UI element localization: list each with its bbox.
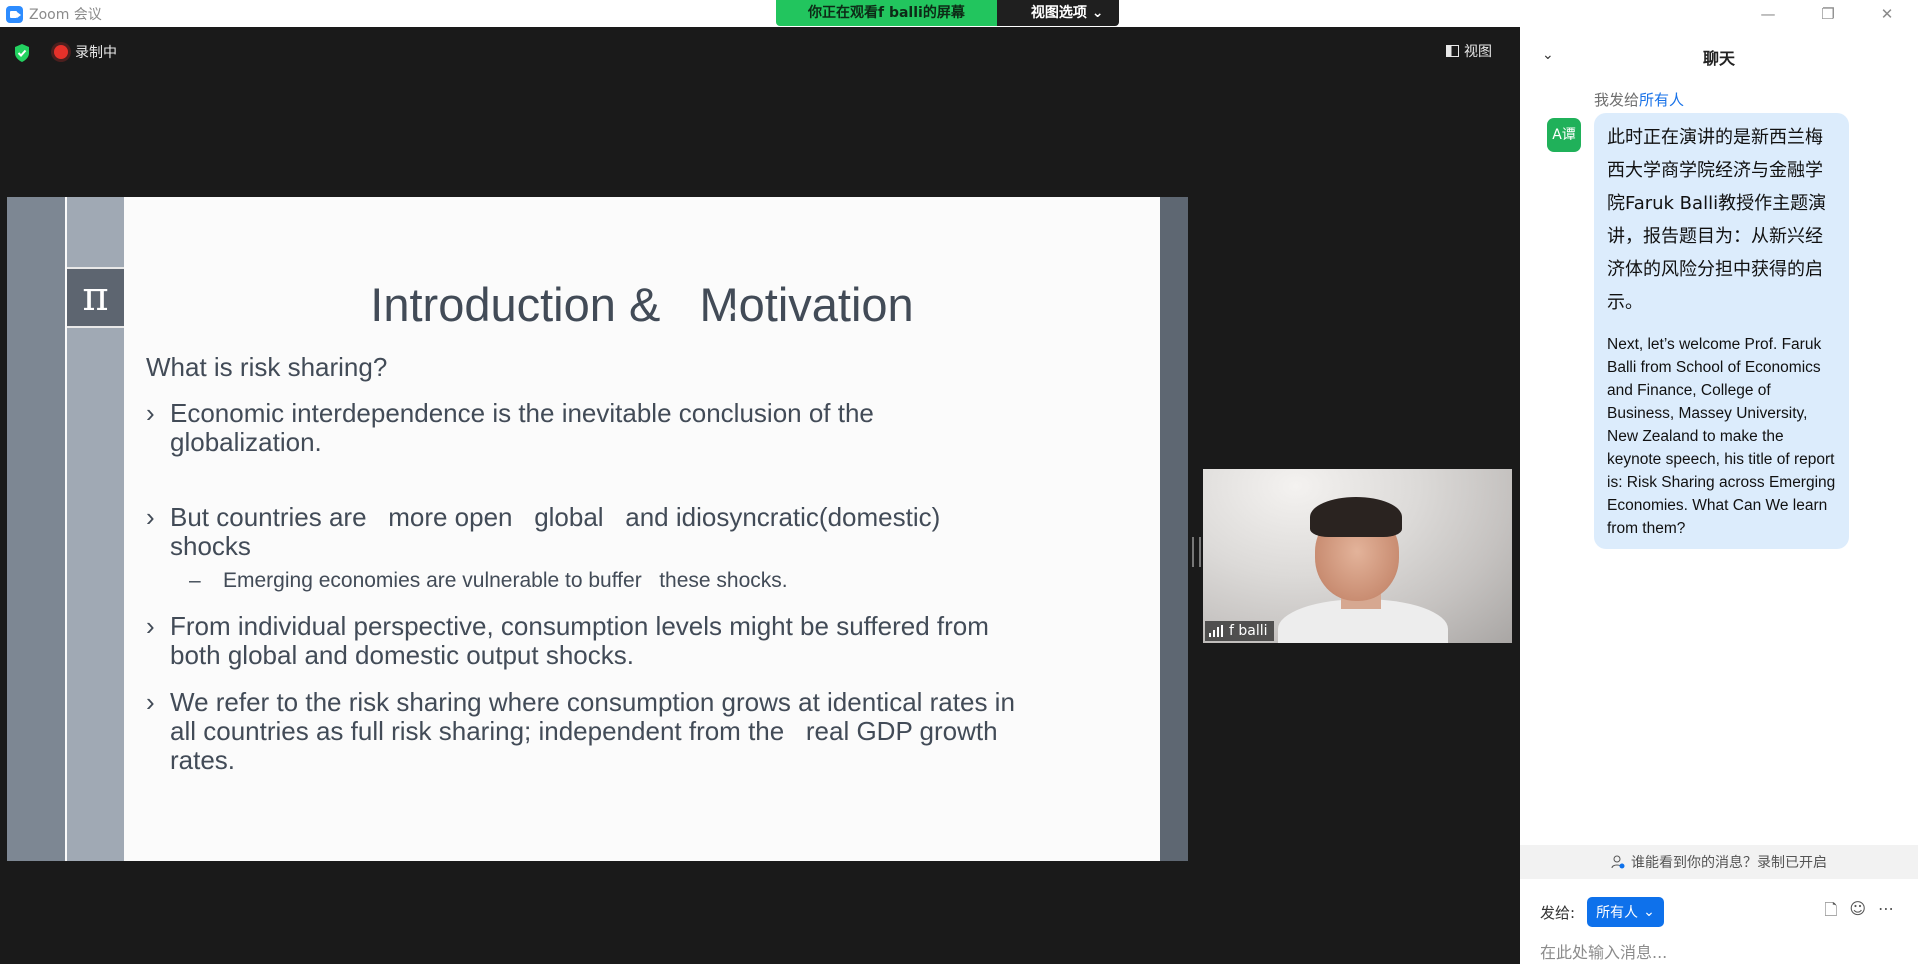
view-layout-icon <box>1446 45 1459 57</box>
message-meta-prefix: 我发给 <box>1594 91 1640 109</box>
signal-strength-icon <box>1209 625 1223 637</box>
close-button[interactable]: ✕ <box>1864 0 1910 27</box>
view-label: 视图 <box>1464 44 1492 60</box>
slide-title: Introduction & Motivation <box>370 278 914 331</box>
recipient-select-value: 所有人 <box>1596 905 1639 921</box>
chat-tools: 🗋 ☺ ⋯ <box>1824 899 1894 926</box>
chevron-down-icon: ⌄ <box>1091 5 1104 21</box>
slide-decor-bar <box>7 197 65 861</box>
title-bar: Zoom 会议 你正在观看f balli的屏幕 视图选项 ⌄ — ❐ ✕ <box>0 0 1918 27</box>
slide-question: What is risk sharing? <box>146 352 388 382</box>
slide-sub-bullet: Emerging economies are vulnerable to buf… <box>181 569 788 593</box>
meeting-stage: 录制中 视图 π Introduction & Motivation What … <box>0 27 1520 964</box>
minimize-icon: — <box>1760 4 1776 23</box>
chat-message-text: 此时正在演讲的是新西兰梅西大学商学院经济与金融学院Faruk Balli教授作主… <box>1607 127 1827 313</box>
participant-name-tag: f balli <box>1205 621 1274 641</box>
record-dot-icon <box>54 45 68 59</box>
user-info-icon <box>1611 855 1625 869</box>
chat-visibility-notice[interactable]: 谁能看到你的消息？录制已开启 <box>1520 845 1918 879</box>
avatar: A谭 <box>1547 118 1581 152</box>
view-button[interactable]: 视图 <box>1446 41 1492 61</box>
recording-label: 录制中 <box>75 45 117 61</box>
chat-message-input[interactable]: 在此处输入消息... <box>1540 939 1667 963</box>
message-meta: 我发给所有人 <box>1594 89 1684 110</box>
slide-bullet: From individual perspective, consumption… <box>146 612 1120 670</box>
viewing-screen-status: 你正在观看f balli的屏幕 <box>776 0 997 26</box>
slide-bullet: Economic interdependence is the inevitab… <box>146 399 1120 457</box>
chat-header: ⌄ 聊天 <box>1520 27 1918 85</box>
send-to-label: 发给: <box>1540 903 1576 922</box>
zoom-logo-icon <box>6 5 23 23</box>
chat-message-text: Next, let’s welcome Prof. Faruk Balli fr… <box>1607 336 1836 537</box>
window-title: Zoom 会议 <box>29 7 102 23</box>
view-options-button[interactable]: 视图选项 ⌄ <box>996 0 1120 26</box>
view-options-label: 视图选项 <box>1030 5 1087 21</box>
panel-resize-handle[interactable] <box>1192 537 1201 567</box>
restore-button[interactable]: ❐ <box>1805 0 1851 27</box>
video-person <box>1310 497 1402 537</box>
more-icon[interactable]: ⋯ <box>1878 899 1894 926</box>
pi-logo-icon: π <box>67 267 124 328</box>
send-to-row: 发给: 所有人 ⌄ <box>1540 897 1664 927</box>
participant-name: f balli <box>1229 623 1268 639</box>
emoji-icon[interactable]: ☺ <box>1849 899 1866 926</box>
chat-title: 聊天 <box>1702 49 1735 68</box>
close-icon: ✕ <box>1880 4 1894 23</box>
shared-screen-slide: π Introduction & Motivation What is risk… <box>7 197 1188 861</box>
file-icon[interactable]: 🗋 <box>1824 899 1837 926</box>
chat-panel: ⌄ 聊天 我发给所有人 A谭 此时正在演讲的是新西兰梅西大学商学院经济与金融学院… <box>1520 27 1918 964</box>
share-banner: 你正在观看f balli的屏幕 视图选项 ⌄ <box>776 0 1120 26</box>
security-shield-icon[interactable] <box>13 43 31 63</box>
participant-video[interactable]: f balli <box>1203 469 1512 643</box>
slide-bullet: We refer to the risk sharing where consu… <box>146 688 1120 775</box>
message-recipient-link[interactable]: 所有人 <box>1639 91 1684 109</box>
recipient-select[interactable]: 所有人 ⌄ <box>1587 897 1664 927</box>
chat-message-bubble[interactable]: 此时正在演讲的是新西兰梅西大学商学院经济与金融学院Faruk Balli教授作主… <box>1594 113 1849 549</box>
minimize-button[interactable]: — <box>1745 0 1791 27</box>
recording-indicator[interactable]: 录制中 <box>54 42 117 62</box>
app-title: Zoom 会议 <box>6 4 102 24</box>
chevron-down-icon: ⌄ <box>1643 904 1655 920</box>
slide-decor-bar <box>1160 197 1188 861</box>
slide-bullet: But countries are more open global and i… <box>146 503 1120 561</box>
restore-icon: ❐ <box>1821 4 1835 23</box>
chat-notice-text: 谁能看到你的消息？录制已开启 <box>1631 855 1827 871</box>
